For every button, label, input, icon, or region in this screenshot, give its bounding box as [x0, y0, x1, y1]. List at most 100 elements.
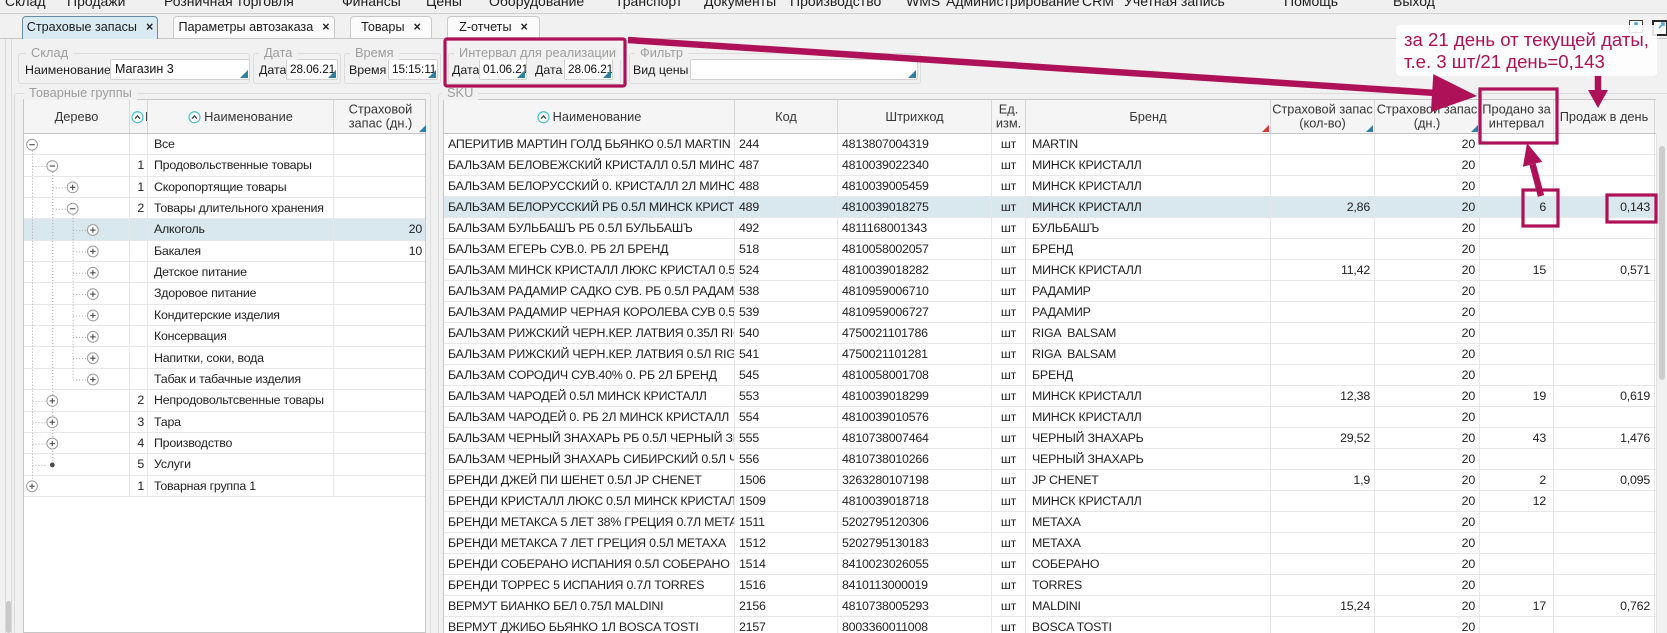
- sku-row[interactable]: АПЕРИТИВ МАРТИН ГОЛД БЬЯНКО 0.5Л MARTIN2…: [444, 134, 1656, 155]
- tab-2[interactable]: Параметры автозаказа×: [173, 16, 335, 38]
- date-combo[interactable]: 28.06.21: [286, 59, 338, 80]
- sku-colheader-qty[interactable]: Страховой запас(кол-во): [1271, 100, 1375, 133]
- sku-row[interactable]: БАЛЬЗАМ ЧЕРНЫЙ ЗНАХАРЬ СИБИРСКИЙ 0.5Л ЧЕ…: [444, 449, 1656, 470]
- sku-cell-days: 20: [1375, 617, 1480, 633]
- sku-row[interactable]: БАЛЬЗАМ СОРОДИЧ СУВ.40% 0. РБ 2Л БРЕНД54…: [444, 365, 1656, 386]
- sku-row[interactable]: БРЕНДИ МЕТАКСА 5 ЛЕТ 38% ГРЕЦИЯ 0.7Л МЕТ…: [444, 512, 1656, 533]
- sku-row[interactable]: БАЛЬЗАМ БЕЛОРУССКИЙ РБ 0.5Л МИНСК КРИСТА…: [444, 197, 1656, 218]
- tree-expand-icon[interactable]: [88, 310, 99, 321]
- sku-colheader-code[interactable]: Код: [735, 100, 838, 133]
- tab-close-icon[interactable]: ×: [521, 20, 528, 34]
- time-combo[interactable]: 15:15:11: [388, 59, 438, 80]
- sku-row[interactable]: БАЛЬЗАМ РАДАМИР ЧЕРНАЯ КОРОЛЕВА СУВ 0.5Л…: [444, 302, 1656, 323]
- sku-cell-qty: [1271, 617, 1375, 633]
- menu-item-6[interactable]: Оборудование: [489, 0, 584, 12]
- sku-cell-perday: [1554, 449, 1655, 469]
- sku-row[interactable]: БРЕНДИ ДЖЕЙ ПИ ШЕНЕТ 0.5Л JP CHENET15063…: [444, 470, 1656, 491]
- sku-row[interactable]: БАЛЬЗАМ РИЖСКИЙ ЧЕРН.КЕР. ЛАТВИЯ 0.5Л RI…: [444, 344, 1656, 365]
- tab-close-icon[interactable]: ×: [146, 20, 153, 34]
- sku-row[interactable]: ВЕРМУТ БИАНКО БЕЛ 0.75Л MALDINI215648107…: [444, 596, 1656, 617]
- sku-cell-name: БАЛЬЗАМ БУЛЬБАШЪ РБ 0.5Л БУЛЬБАШЪ: [444, 218, 735, 238]
- sku-row[interactable]: БАЛЬЗАМ БЕЛОРУССКИЙ 0. КРИСТАЛЛ 2Л МИНСК…: [444, 176, 1656, 197]
- menu-item-4[interactable]: Финансы: [342, 0, 401, 12]
- tree-colheader-order[interactable]: Порядок: [130, 100, 148, 133]
- menu-item-10[interactable]: WMS: [906, 0, 940, 12]
- sku-cell-qty: [1271, 554, 1375, 574]
- menu-item-8[interactable]: Документы: [704, 0, 776, 12]
- tree-expand-icon[interactable]: [88, 353, 99, 364]
- menu-item-5[interactable]: Цены: [426, 0, 462, 12]
- tree-expand-icon[interactable]: [88, 331, 99, 342]
- sku-row[interactable]: БРЕНДИ МЕТАКСА 7 ЛЕТ ГРЕЦИЯ 0.5Л МЕТАХА1…: [444, 533, 1656, 554]
- tree-colheader-name[interactable]: Наименование: [148, 100, 334, 133]
- menu-item-3[interactable]: Розничная торговля: [164, 0, 294, 12]
- tree-expand-icon[interactable]: [88, 246, 99, 257]
- sku-colheader-barcode[interactable]: Штрихкод: [838, 100, 992, 133]
- sku-colheader-perday[interactable]: Продаж в день: [1554, 100, 1655, 133]
- sku-row[interactable]: БАЛЬЗАМ БЕЛОВЕЖСКИЙ КРИСТАЛЛ 0.5Л МИНСК …: [444, 155, 1656, 176]
- sku-cell-code: 524: [735, 260, 838, 280]
- menu-item-14[interactable]: Помощь: [1284, 0, 1338, 12]
- menu-item-12[interactable]: CRM: [1082, 0, 1114, 12]
- tree-colheader-tree[interactable]: Дерево: [24, 100, 130, 133]
- sku-row[interactable]: ВЕРМУТ ДЖИБО БЬЯНКО 1Л BOSCA TOSTI215780…: [444, 617, 1656, 633]
- sku-row[interactable]: БАЛЬЗАМ ЧАРОДЕЙ 0. РБ 2Л МИНСК КРИСТАЛЛ5…: [444, 407, 1656, 428]
- sku-cell-qty: [1271, 323, 1375, 343]
- sku-row[interactable]: БРЕНДИ СОБЕРАНО ИСПАНИЯ 0.5Л СОБЕРАНО151…: [444, 554, 1656, 575]
- sku-row[interactable]: БАЛЬЗАМ РАДАМИР САДКО СУВ. РБ 0.5Л РАДАМ…: [444, 281, 1656, 302]
- sku-row[interactable]: БАЛЬЗАМ МИНСК КРИСТАЛЛ ЛЮКС КРИСТАЛ 0.5Л…: [444, 260, 1656, 281]
- menu-item-2[interactable]: Продажи: [67, 0, 125, 12]
- sku-cell-brand: JP CHENET: [1026, 470, 1271, 490]
- sku-cell-barcode: 8003360011008: [838, 617, 992, 633]
- interval-date-from-combo[interactable]: 01.06.21: [479, 59, 527, 80]
- sku-colheader-sold[interactable]: Продано заинтервал: [1480, 100, 1554, 133]
- sku-vscrollbar-thumb[interactable]: [1659, 146, 1665, 380]
- tree-collapse-icon[interactable]: [47, 161, 58, 172]
- tab-1[interactable]: Страховые запасы×: [22, 16, 158, 39]
- tab-4[interactable]: Z-отчеты×: [447, 16, 540, 38]
- price-type-combo[interactable]: [690, 59, 918, 80]
- store-name-combo[interactable]: Магазин 3: [110, 59, 250, 80]
- tree-collapse-icon[interactable]: [27, 139, 38, 150]
- sku-colheader-name[interactable]: Наименование: [444, 100, 735, 133]
- menu-item-13[interactable]: Учетная запись: [1124, 0, 1225, 12]
- menu-item-9[interactable]: Производство: [790, 0, 881, 12]
- sku-colheader-days[interactable]: Страховой запас(дн.): [1375, 100, 1480, 133]
- sku-row[interactable]: БАЛЬЗАМ РИЖСКИЙ ЧЕРН.КЕР. ЛАТВИЯ 0.35Л R…: [444, 323, 1656, 344]
- sku-row[interactable]: БАЛЬЗАМ ЧЕРНЫЙ ЗНАХАРЬ РБ 0.5Л ЧЕРНЫЙ ЗН…: [444, 428, 1656, 449]
- sku-colheader-unit[interactable]: Ед.изм.: [992, 100, 1026, 133]
- sku-row[interactable]: БРЕНДИ ТОРРЕС 5 ИСПАНИЯ 0.7Л TORRES15168…: [444, 575, 1656, 596]
- tree-expand-icon[interactable]: [88, 267, 99, 278]
- menu-item-7[interactable]: Транспорт: [615, 0, 682, 12]
- menu-item-15[interactable]: Выход: [1393, 0, 1435, 12]
- sku-row[interactable]: БАЛЬЗАМ БУЛЬБАШЪ РБ 0.5Л БУЛЬБАШЪ4924811…: [444, 218, 1656, 239]
- tree-expand-icon[interactable]: [47, 395, 58, 406]
- sku-row[interactable]: БАЛЬЗАМ ЧАРОДЕЙ 0.5Л МИНСК КРИСТАЛЛ55348…: [444, 386, 1656, 407]
- sku-colheader-brand[interactable]: Бренд: [1026, 100, 1271, 133]
- tree-expand-icon[interactable]: [88, 374, 99, 385]
- menu-item-11[interactable]: Администрирование: [946, 0, 1080, 12]
- tree-expand-icon[interactable]: [88, 289, 99, 300]
- tree-expand-icon[interactable]: [67, 182, 78, 193]
- tab-label: Товары: [361, 20, 404, 34]
- tree-expand-icon[interactable]: [88, 225, 99, 236]
- sku-cell-sold: [1480, 449, 1554, 469]
- interval-date-to-combo[interactable]: 28.06.21: [564, 59, 613, 80]
- tree-colheader-stock[interactable]: Страховойзапас (дн.): [334, 100, 427, 133]
- sort-indicator-icon: [1366, 125, 1373, 132]
- sku-row[interactable]: БРЕНДИ КРИСТАЛЛ ЛЮКС 0.5Л МИНСК КРИСТАЛЛ…: [444, 491, 1656, 512]
- sku-cell-code: 487: [735, 155, 838, 175]
- menu-item-1[interactable]: Склад: [5, 0, 46, 12]
- sku-cell-barcode: 5202795130183: [838, 533, 992, 553]
- tree-expand-icon[interactable]: [47, 417, 58, 428]
- tree-expand-icon[interactable]: [27, 481, 38, 492]
- tree-expand-icon[interactable]: [47, 438, 58, 449]
- tree-collapse-icon[interactable]: [67, 203, 78, 214]
- tab-close-icon[interactable]: ×: [414, 20, 421, 34]
- sku-cell-brand: БУЛЬБАШЪ: [1026, 218, 1271, 238]
- sku-cell-sold: [1480, 323, 1554, 343]
- tab-3[interactable]: Товары ×: [350, 16, 432, 38]
- tab-close-icon[interactable]: ×: [322, 20, 329, 34]
- sku-row[interactable]: БАЛЬЗАМ ЕГЕРЬ СУВ.0. РБ 2Л БРЕНД51848100…: [444, 239, 1656, 260]
- sku-vscrollbar[interactable]: [1656, 134, 1667, 633]
